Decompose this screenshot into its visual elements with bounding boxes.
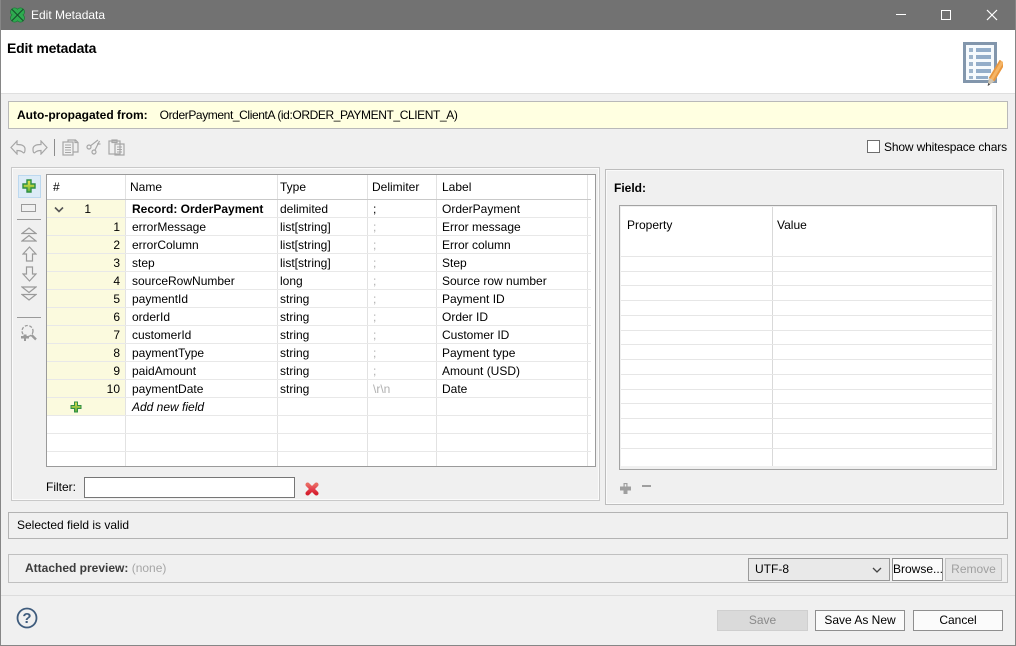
svg-text:?: ? — [22, 610, 31, 627]
